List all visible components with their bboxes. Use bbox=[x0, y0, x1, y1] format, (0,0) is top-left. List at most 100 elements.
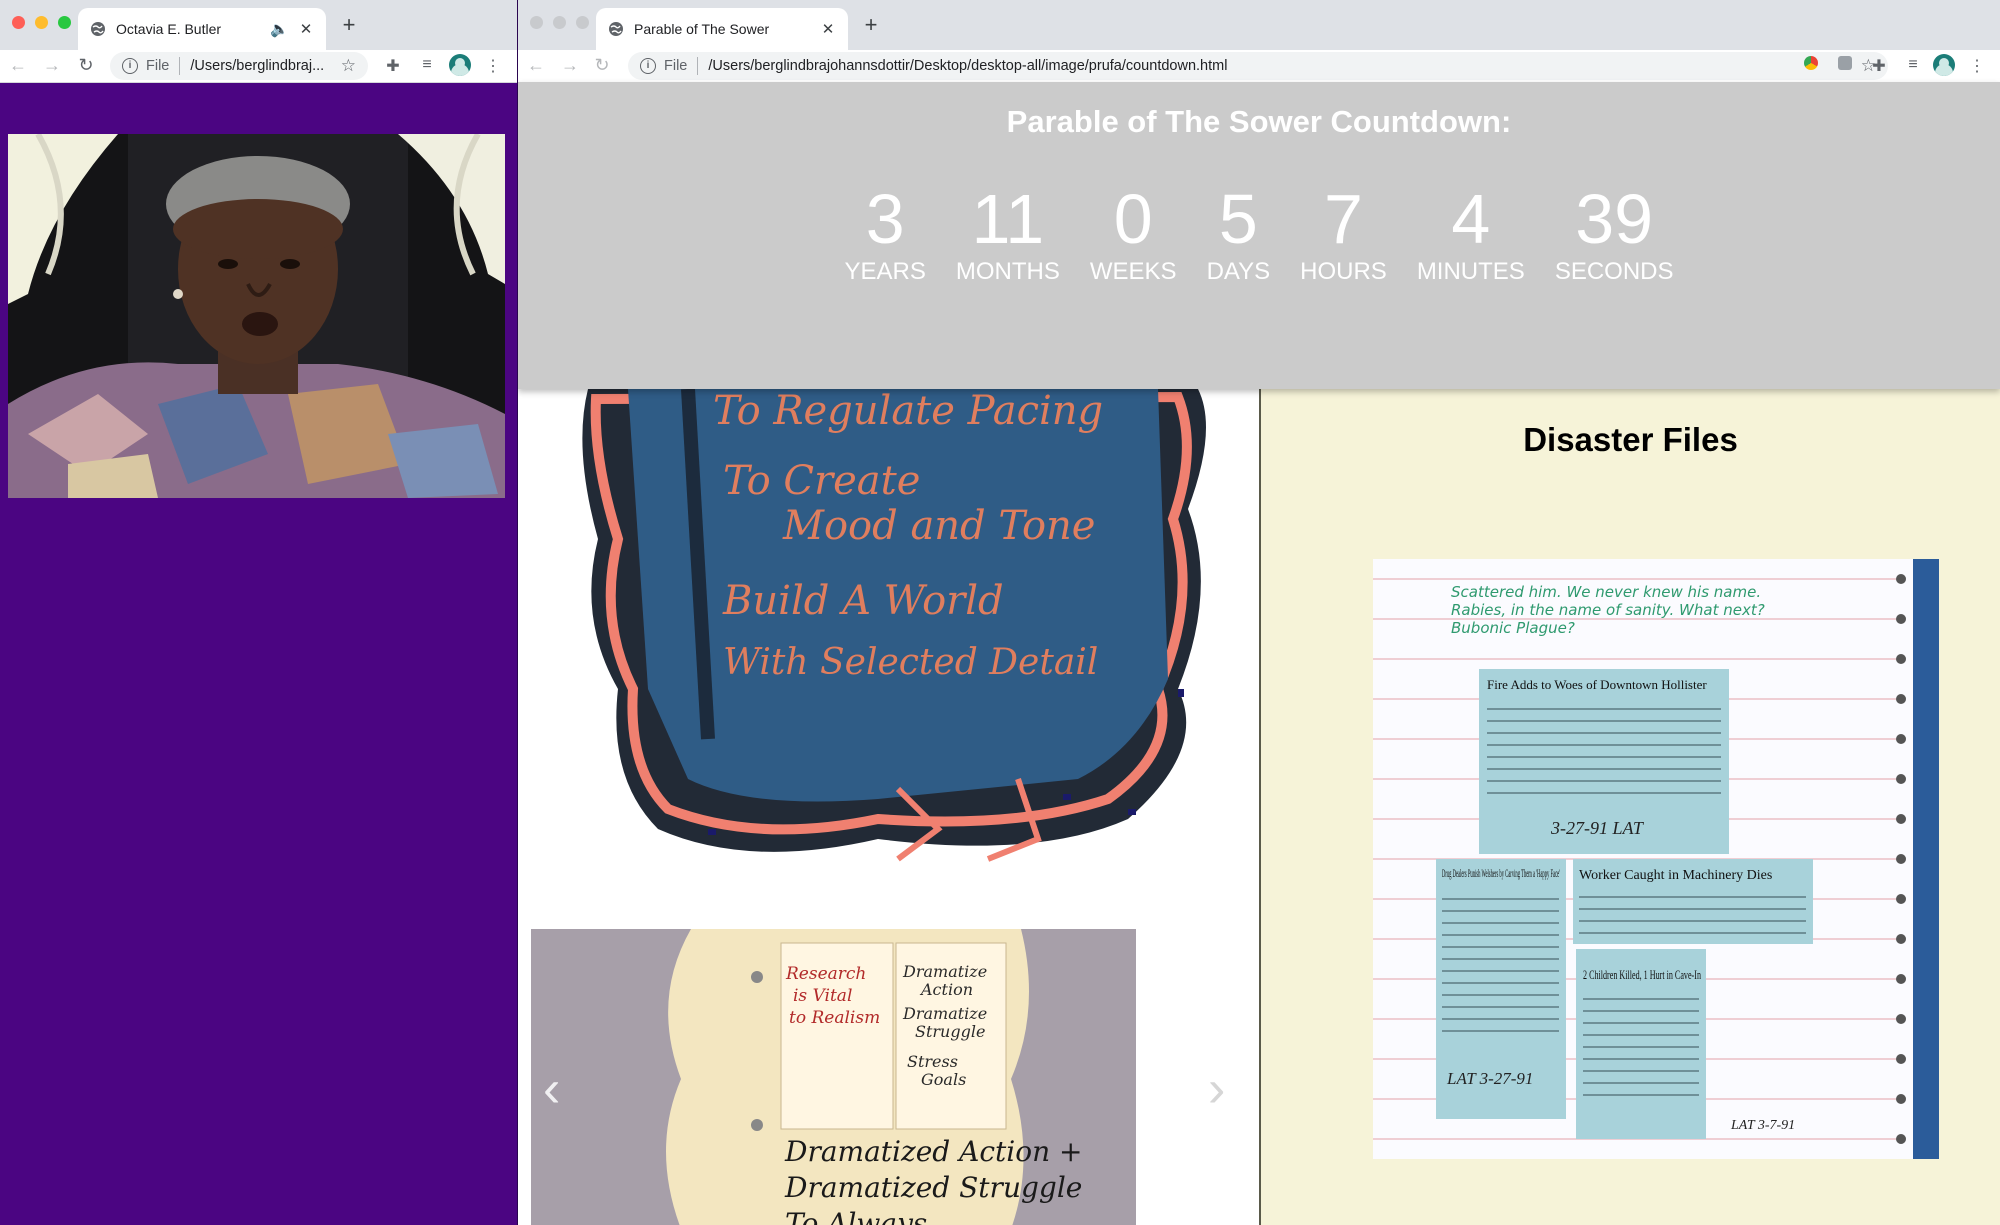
zoom-window-button[interactable] bbox=[576, 16, 589, 29]
tab-parable-of-the-sower[interactable]: Parable of The Sower ✕ bbox=[596, 8, 848, 50]
countdown-value: 39 bbox=[1575, 180, 1654, 258]
countdown-hours: 7 HOURS bbox=[1300, 184, 1387, 286]
chalk-line-3: Mood and Tone bbox=[782, 503, 1095, 549]
clipping-note-2: LAT 3-27-91 bbox=[1446, 1069, 1533, 1088]
countdown-years: 3 YEARS bbox=[844, 180, 926, 286]
note-right-5: Stress bbox=[907, 1052, 958, 1071]
tab-octavia-butler[interactable]: Octavia E. Butler 🔈 ✕ bbox=[78, 8, 326, 50]
minimize-window-button[interactable] bbox=[553, 16, 566, 29]
handwriting-line-1: Scattered him. We never knew his name. bbox=[1451, 583, 1761, 601]
close-icon[interactable]: ✕ bbox=[820, 20, 836, 38]
countdown-value: 5 bbox=[1218, 180, 1258, 258]
note-big-3: To Always bbox=[785, 1207, 927, 1225]
toolbar: ← → ↻ i File /Users/berglindbrajohannsdo… bbox=[518, 50, 2000, 83]
countdown-label: YEARS bbox=[844, 258, 926, 285]
profile-icon[interactable] bbox=[1933, 54, 1955, 76]
countdown-label: DAYS bbox=[1206, 258, 1271, 285]
chalkboard-image: To Regulate Pacing To Create Mood and To… bbox=[582, 389, 1206, 862]
info-icon[interactable]: i bbox=[122, 58, 138, 74]
back-icon[interactable]: ← bbox=[6, 55, 30, 76]
chalk-line-1: To Regulate Pacing bbox=[713, 389, 1103, 434]
forward-icon[interactable]: → bbox=[40, 55, 64, 76]
url-text: /Users/berglindbraj... bbox=[190, 58, 325, 74]
countdown-value: 3 bbox=[865, 180, 905, 258]
tab-title: Parable of The Sower bbox=[634, 21, 770, 37]
close-window-button[interactable] bbox=[12, 16, 25, 29]
forward-icon[interactable]: → bbox=[558, 55, 582, 76]
chalk-line-2: To Create bbox=[723, 458, 920, 504]
url-text: /Users/berglindbrajohannsdottir/Desktop/… bbox=[708, 58, 1228, 74]
speaker-icon[interactable]: 🔈 bbox=[270, 20, 289, 38]
star-icon[interactable]: ☆ bbox=[341, 56, 356, 76]
octavia-butler-portrait bbox=[8, 134, 505, 498]
countdown-minutes: 4 MINUTES bbox=[1416, 180, 1525, 286]
collage-area: To Regulate Pacing To Create Mood and To… bbox=[518, 389, 1259, 1225]
notebook-clippings-image: Scattered him. We never knew his name. R… bbox=[1373, 559, 1939, 1159]
media-icon[interactable]: ≡ bbox=[1902, 56, 1924, 74]
profile-icon[interactable] bbox=[449, 54, 471, 76]
carousel-next-button[interactable]: › bbox=[1208, 1059, 1225, 1119]
info-icon[interactable]: i bbox=[640, 58, 656, 74]
note-big-1: Dramatized Action + bbox=[784, 1135, 1083, 1168]
countdown-label: WEEKS bbox=[1089, 258, 1177, 285]
clipping-headline-2: Drug Dealers Punish Welshers by Carving … bbox=[1442, 866, 1560, 880]
chrome-extension-icon[interactable] bbox=[1800, 56, 1822, 75]
countdown-panel: Parable of The Sower Countdown: 3 YEARS 1… bbox=[518, 82, 2000, 389]
media-icon[interactable]: ≡ bbox=[416, 56, 438, 74]
globe-icon bbox=[91, 22, 105, 36]
address-bar[interactable]: i File /Users/berglindbraj... ☆ bbox=[110, 52, 368, 80]
menu-icon[interactable]: ⋮ bbox=[1966, 56, 1988, 76]
extensions-icon[interactable]: ✚ bbox=[1868, 56, 1890, 76]
back-icon[interactable]: ← bbox=[524, 55, 548, 76]
tab-title: Octavia E. Butler bbox=[116, 21, 222, 37]
extensions-icon[interactable]: ✚ bbox=[382, 56, 404, 76]
tab-strip: Octavia E. Butler 🔈 ✕ + bbox=[0, 0, 517, 50]
right-browser-window: Parable of The Sower ✕ + ← → ↻ i File /U… bbox=[518, 0, 2000, 1225]
minimize-window-button[interactable] bbox=[35, 16, 48, 29]
left-browser-window: Octavia E. Butler 🔈 ✕ + ← → ↻ i File /Us… bbox=[0, 0, 518, 1225]
url-separator bbox=[179, 57, 181, 75]
window-controls bbox=[530, 16, 589, 29]
image-carousel[interactable]: Research is Vital to Realism Dramatize A… bbox=[531, 929, 1136, 1225]
clipping-note-3: LAT 3-7-91 bbox=[1730, 1118, 1795, 1133]
countdown-value: 11 bbox=[971, 180, 1045, 258]
countdown-days: 5 DAYS bbox=[1206, 180, 1271, 286]
countdown-label: MONTHS bbox=[955, 258, 1060, 285]
countdown-label: MINUTES bbox=[1416, 258, 1525, 285]
chalk-line-4: Build A World bbox=[722, 578, 1004, 624]
url-scheme: File bbox=[146, 58, 170, 74]
reload-icon[interactable]: ↻ bbox=[74, 55, 98, 76]
chalk-line-5: With Selected Detail bbox=[723, 642, 1098, 683]
countdown-seconds: 39 SECONDS bbox=[1555, 180, 1674, 286]
countdown-row: 3 YEARS 11 MONTHS 0 WEEKS 5 DAYS 7 HOURS 4 MIN… bbox=[518, 180, 2000, 286]
tab-strip: Parable of The Sower ✕ + bbox=[518, 0, 2000, 50]
plus-icon[interactable]: + bbox=[856, 12, 886, 38]
url-separator bbox=[697, 57, 699, 75]
close-icon[interactable]: ✕ bbox=[298, 20, 314, 38]
handwriting-line-2: Rabies, in the name of sanity. What next… bbox=[1451, 601, 1765, 619]
toolbar: ← → ↻ i File /Users/berglindbraj... ☆ ✚ … bbox=[0, 50, 517, 83]
clipping-note-1: 3-27-91 LAT bbox=[1550, 818, 1645, 838]
plus-icon[interactable]: + bbox=[334, 12, 364, 38]
clipping-headline-3: Worker Caught in Machinery Dies bbox=[1579, 868, 1772, 883]
url-scheme: File bbox=[664, 58, 688, 74]
address-bar[interactable]: i File /Users/berglindbrajohannsdottir/D… bbox=[628, 52, 1888, 80]
zoom-window-button[interactable] bbox=[58, 16, 71, 29]
carousel-prev-button[interactable]: ‹ bbox=[543, 1059, 560, 1119]
note-big-2: Dramatized Struggle bbox=[784, 1171, 1082, 1204]
countdown-value: 4 bbox=[1451, 180, 1491, 258]
note-left-3: to Realism bbox=[789, 1008, 880, 1028]
note-left-2: is Vital bbox=[793, 986, 852, 1006]
window-controls bbox=[12, 16, 71, 29]
note-right-4: Struggle bbox=[915, 1022, 985, 1041]
close-window-button[interactable] bbox=[530, 16, 543, 29]
video-player[interactable] bbox=[8, 134, 505, 498]
handwriting-line-3: Bubonic Plague? bbox=[1451, 619, 1575, 637]
countdown-label: HOURS bbox=[1300, 258, 1387, 285]
reload-icon[interactable]: ↻ bbox=[590, 55, 614, 76]
grammar-extension-icon[interactable] bbox=[1834, 56, 1856, 75]
disaster-files-title: Disaster Files bbox=[1523, 421, 1738, 458]
globe-icon bbox=[609, 22, 623, 36]
menu-icon[interactable]: ⋮ bbox=[482, 56, 504, 76]
disaster-files-panel: Disaster Files Scattered him. We never k… bbox=[1261, 389, 2000, 1225]
